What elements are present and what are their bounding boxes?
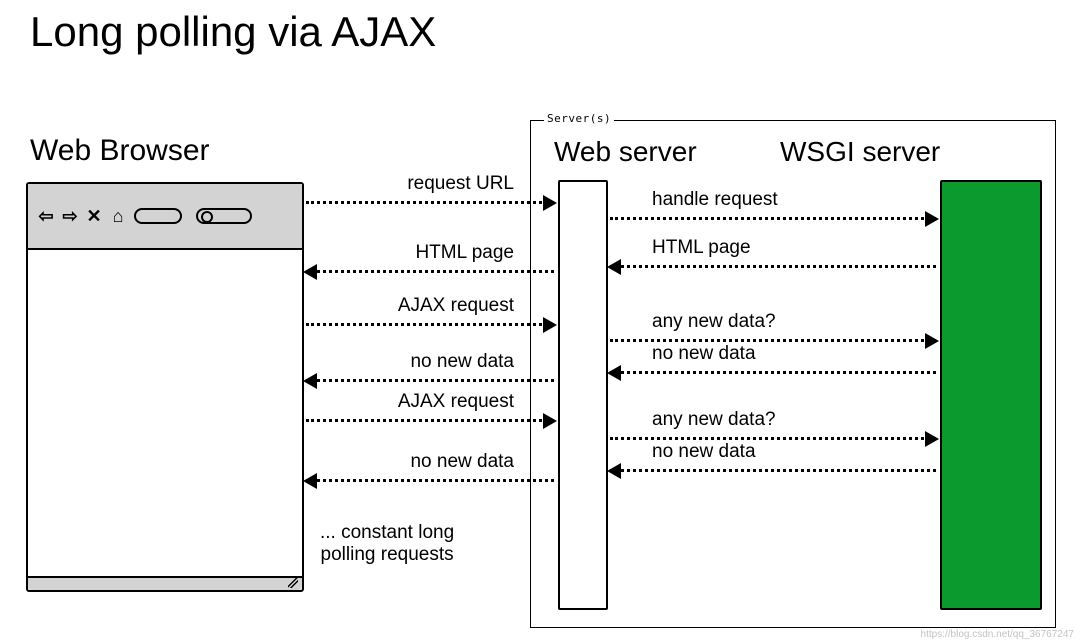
web-server-label: Web server [554, 136, 697, 168]
arrow-ajax-request-1: AJAX request [306, 302, 554, 326]
stop-x-icon: ✕ [84, 206, 104, 226]
arrow-label: HTML page [652, 237, 751, 259]
server-panel-label: Server(s) [544, 112, 614, 125]
url-field-icon [134, 208, 182, 224]
arrow-label: handle request [652, 189, 778, 211]
arrow-label: no new data [652, 343, 756, 365]
arrow-ajax-request-2: AJAX request [306, 398, 554, 422]
arrow-handle-request: handle request [610, 196, 936, 220]
arrow-html-page-right: HTML page [610, 244, 936, 268]
arrow-no-new-data-right-2: no new data [610, 448, 936, 472]
arrow-label: any new data? [652, 409, 776, 431]
back-arrow-icon: ⇦ [36, 206, 56, 226]
search-field-icon [196, 208, 252, 224]
arrow-label: no new data [410, 451, 514, 473]
arrow-request-url: request URL [306, 180, 554, 204]
wsgi-server-box [940, 180, 1042, 610]
arrow-no-new-data-left-1: no new data [306, 358, 554, 382]
arrow-label: request URL [407, 173, 514, 195]
arrow-label: no new data [652, 441, 756, 463]
arrow-no-new-data-left-2: no new data [306, 458, 554, 482]
browser-toolbar: ⇦ ⇨ ✕ ⌂ [28, 184, 302, 250]
arrow-label: HTML page [415, 242, 514, 264]
arrow-any-new-data-2: any new data? [610, 416, 936, 440]
forward-arrow-icon: ⇨ [60, 206, 80, 226]
web-browser-box: ⇦ ⇨ ✕ ⌂ [26, 182, 304, 592]
browser-status-bar [28, 576, 302, 590]
web-server-box [558, 180, 608, 610]
wsgi-server-label: WSGI server [780, 136, 940, 168]
arrow-label: any new data? [652, 311, 776, 333]
watermark: https://blog.csdn.net/qq_36767247 [921, 629, 1074, 640]
arrow-label: AJAX request [398, 391, 514, 413]
web-browser-label: Web Browser [30, 134, 210, 168]
home-icon: ⌂ [108, 206, 128, 226]
arrow-any-new-data-1: any new data? [610, 318, 936, 342]
page-title: Long polling via AJAX [30, 8, 436, 56]
arrow-no-new-data-right-1: no new data [610, 350, 936, 374]
constant-polling-note: ... constant longpolling requests [320, 522, 454, 566]
arrow-html-page-left: HTML page [306, 249, 554, 273]
arrow-label: AJAX request [398, 295, 514, 317]
arrow-label: no new data [410, 351, 514, 373]
